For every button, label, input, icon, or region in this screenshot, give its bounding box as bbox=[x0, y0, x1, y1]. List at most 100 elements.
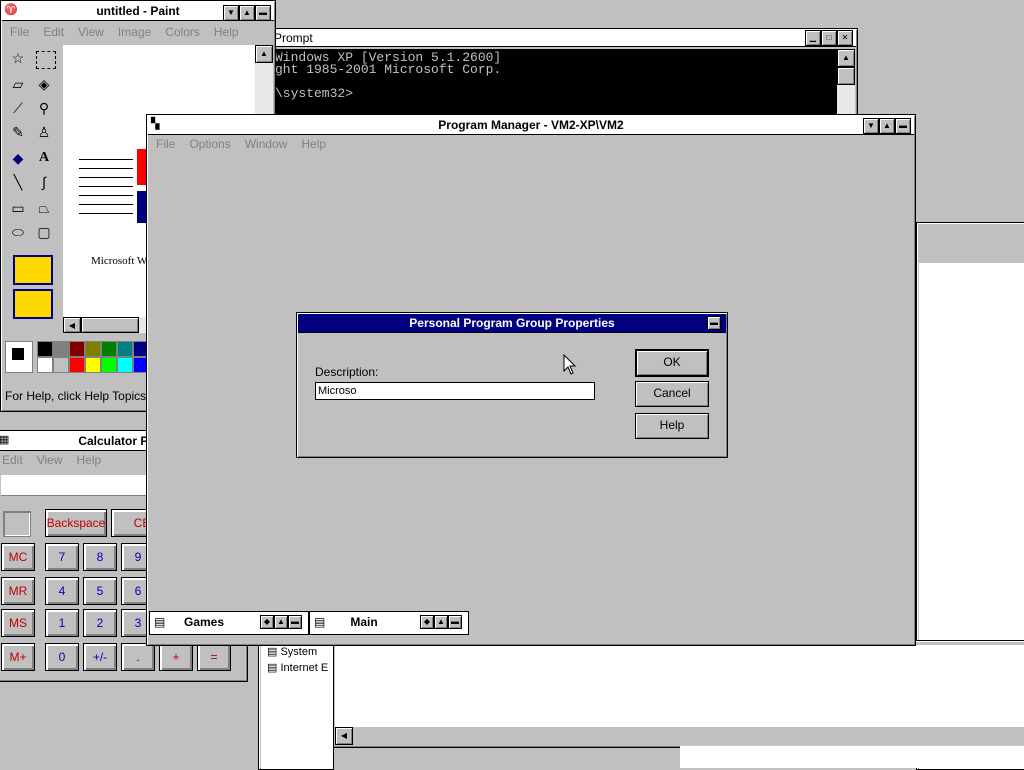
background-window-bottom: ◀ bbox=[330, 640, 1024, 748]
paint-app-icon[interactable]: ♈ bbox=[4, 3, 18, 17]
group-main-minimize-button[interactable]: ▬ bbox=[448, 615, 462, 629]
palette-swatch[interactable] bbox=[85, 357, 101, 373]
menu-view[interactable]: View bbox=[37, 453, 63, 467]
free-select-icon[interactable]: ☆ bbox=[7, 47, 29, 69]
magnifier-icon[interactable]: ⚲ bbox=[33, 97, 55, 119]
text-icon[interactable]: A bbox=[33, 147, 55, 169]
pencil-icon[interactable]: ✎ bbox=[7, 121, 29, 143]
paint-dropdown-button[interactable]: ▼ bbox=[223, 5, 239, 21]
progman-titlebar[interactable]: Program Manager - VM2-XP\VM2 bbox=[148, 116, 914, 135]
eraser-icon[interactable]: ▱ bbox=[7, 73, 29, 95]
group-games-restore-button[interactable]: ◆ bbox=[260, 615, 274, 629]
mc-button[interactable]: MC bbox=[1, 543, 35, 571]
ms-button[interactable]: MS bbox=[1, 609, 35, 637]
scroll-up-button[interactable]: ▲ bbox=[255, 45, 273, 63]
dialog-titlebar[interactable]: Personal Program Group Properties bbox=[298, 314, 726, 333]
palette-swatch[interactable] bbox=[85, 341, 101, 357]
scroll-up-button[interactable]: ▲ bbox=[837, 49, 855, 67]
group-games-minimize-button[interactable]: ▬ bbox=[288, 615, 302, 629]
progman-dropdown-button[interactable]: ▼ bbox=[863, 118, 879, 134]
palette-swatch[interactable] bbox=[37, 357, 53, 373]
explorer-list: ▤ System ▤ Internet E bbox=[261, 633, 333, 769]
cancel-button[interactable]: Cancel bbox=[635, 381, 709, 407]
cmd-close-button[interactable]: ✕ bbox=[837, 30, 853, 46]
palette-swatch[interactable] bbox=[101, 341, 117, 357]
palette-swatch[interactable] bbox=[117, 357, 133, 373]
scroll-left-button[interactable]: ◀ bbox=[63, 317, 81, 333]
paint-restore-button[interactable]: ▬ bbox=[255, 5, 271, 21]
dialog-system-menu-button[interactable]: ▬ bbox=[707, 316, 721, 330]
progman-app-icon[interactable]: ▚ bbox=[151, 117, 165, 131]
palette-swatch[interactable] bbox=[69, 357, 85, 373]
digit-5-button[interactable]: 5 bbox=[83, 577, 117, 605]
description-input[interactable] bbox=[315, 382, 595, 400]
scroll-left-button[interactable]: ◀ bbox=[335, 727, 353, 745]
digit-4-button[interactable]: 4 bbox=[45, 577, 79, 605]
palette-swatch[interactable] bbox=[53, 341, 69, 357]
palette-swatch[interactable] bbox=[53, 357, 69, 373]
tool-option-icon[interactable] bbox=[13, 255, 53, 285]
menu-options[interactable]: Options bbox=[189, 137, 230, 151]
list-item[interactable]: ▤ Internet E bbox=[267, 661, 328, 674]
menu-help[interactable]: Help bbox=[301, 137, 326, 151]
scroll-thumb[interactable] bbox=[81, 317, 139, 333]
equals-button[interactable]: = bbox=[197, 643, 231, 671]
decimal-button[interactable]: . bbox=[121, 643, 155, 671]
menu-file[interactable]: File bbox=[10, 25, 29, 39]
ellipse-icon[interactable]: ⬭ bbox=[7, 221, 29, 243]
menu-help[interactable]: Help bbox=[76, 453, 101, 467]
group-main-minimized[interactable]: ▤ Main ◆ ▲ ▬ bbox=[309, 611, 469, 635]
digit-8-button[interactable]: 8 bbox=[83, 543, 117, 571]
color-picker-icon[interactable]: ⟋ bbox=[7, 97, 29, 119]
calculator-app-icon[interactable]: ▦ bbox=[0, 433, 13, 447]
palette-swatch[interactable] bbox=[117, 341, 133, 357]
palette-swatch[interactable] bbox=[37, 341, 53, 357]
current-colors[interactable] bbox=[5, 341, 33, 373]
scroll-thumb[interactable] bbox=[837, 67, 855, 85]
cmd-titlebar[interactable]: Prompt bbox=[270, 30, 856, 47]
list-item[interactable]: ▤ System bbox=[267, 645, 317, 658]
cmd-maximize-button[interactable]: □ bbox=[821, 30, 837, 46]
mr-button[interactable]: MR bbox=[1, 577, 35, 605]
plus-minus-button[interactable]: +/- bbox=[83, 643, 117, 671]
rect-select-icon[interactable] bbox=[36, 51, 56, 69]
ok-button[interactable]: OK bbox=[635, 349, 709, 377]
brush-icon[interactable]: ♙ bbox=[33, 121, 55, 143]
digit-7-button[interactable]: 7 bbox=[45, 543, 79, 571]
menu-image[interactable]: Image bbox=[118, 25, 151, 39]
paint-maximize-button[interactable]: ▲ bbox=[239, 5, 255, 21]
digit-1-button[interactable]: 1 bbox=[45, 609, 79, 637]
menu-view[interactable]: View bbox=[78, 25, 104, 39]
rounded-rect-icon[interactable]: ▢ bbox=[33, 221, 55, 243]
group-main-maximize-button[interactable]: ▲ bbox=[434, 615, 448, 629]
rectangle-icon[interactable]: ▭ bbox=[7, 197, 29, 219]
palette-swatch[interactable] bbox=[101, 357, 117, 373]
group-main-restore-button[interactable]: ◆ bbox=[420, 615, 434, 629]
progman-menubar: File Options Window Help bbox=[148, 135, 914, 153]
menu-help[interactable]: Help bbox=[214, 25, 239, 39]
digit-0-button[interactable]: 0 bbox=[45, 643, 79, 671]
polygon-icon[interactable]: ⏢ bbox=[33, 197, 55, 219]
menu-window[interactable]: Window bbox=[245, 137, 288, 151]
add-button[interactable]: + bbox=[159, 643, 193, 671]
digit-2-button[interactable]: 2 bbox=[83, 609, 117, 637]
paint-statusbar: For Help, click Help Topics bbox=[5, 389, 147, 403]
backspace-button[interactable]: Backspace bbox=[45, 509, 107, 537]
menu-colors[interactable]: Colors bbox=[165, 25, 200, 39]
fill-icon[interactable]: ◈ bbox=[33, 73, 55, 95]
group-games-minimized[interactable]: ▤ Games ◆ ▲ ▬ bbox=[149, 611, 309, 635]
progman-restore-button[interactable]: ▬ bbox=[895, 118, 911, 134]
menu-edit[interactable]: Edit bbox=[43, 25, 64, 39]
line-icon[interactable]: ╲ bbox=[7, 171, 29, 193]
group-games-maximize-button[interactable]: ▲ bbox=[274, 615, 288, 629]
tool-option-icon[interactable] bbox=[13, 289, 53, 319]
cmd-minimize-button[interactable]: ▁ bbox=[805, 30, 821, 46]
menu-edit[interactable]: Edit bbox=[2, 453, 23, 467]
help-button[interactable]: Help bbox=[635, 413, 709, 439]
mplus-button[interactable]: M+ bbox=[1, 643, 35, 671]
airbrush-icon[interactable]: ◆ bbox=[7, 147, 29, 169]
progman-maximize-button[interactable]: ▲ bbox=[879, 118, 895, 134]
menu-file[interactable]: File bbox=[156, 137, 175, 151]
palette-swatch[interactable] bbox=[69, 341, 85, 357]
curve-icon[interactable]: ∫ bbox=[33, 171, 55, 193]
